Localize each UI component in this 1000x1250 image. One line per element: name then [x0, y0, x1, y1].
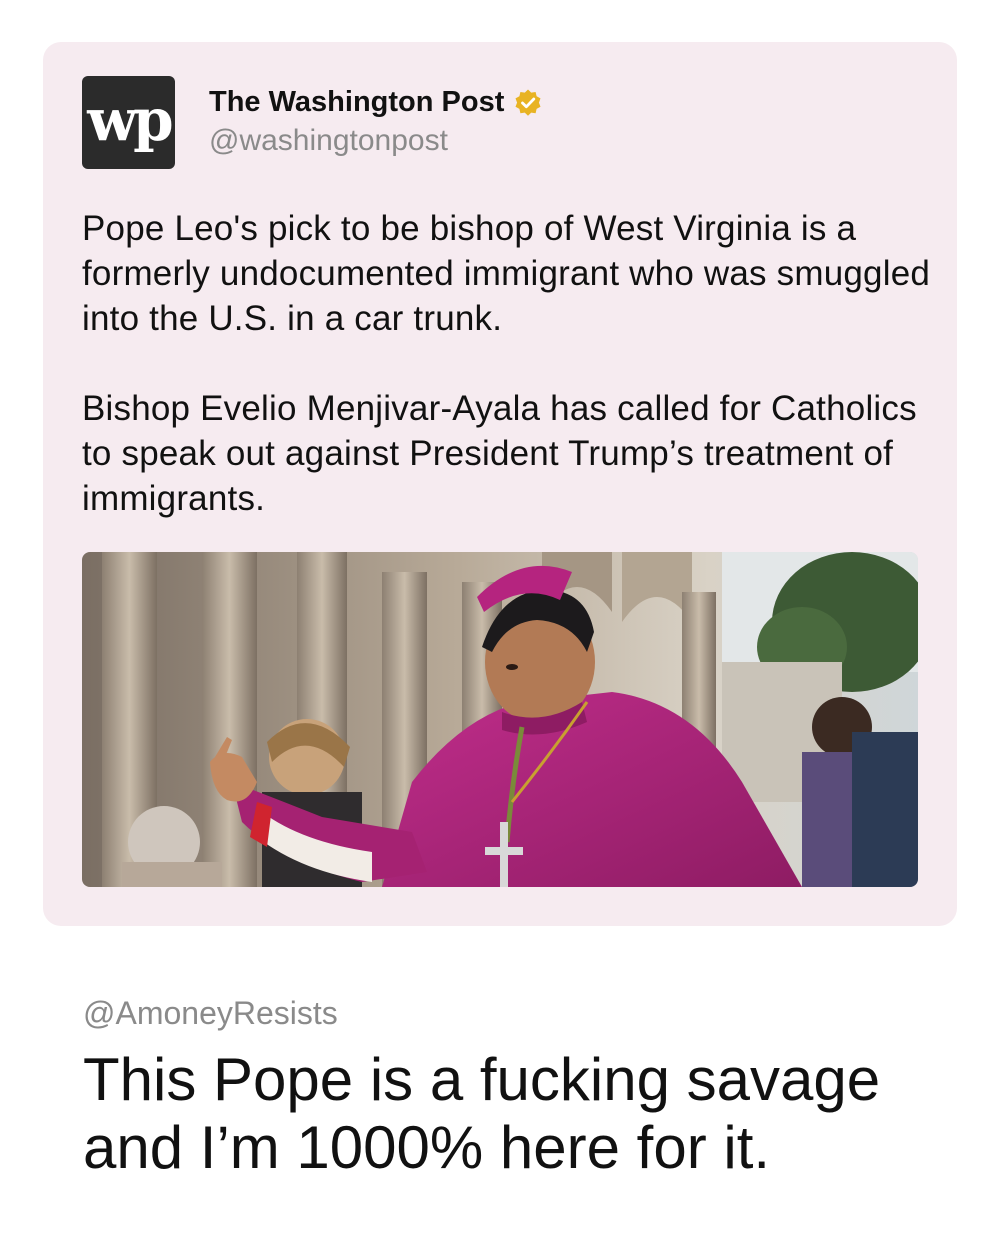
- quoted-post-card[interactable]: wp The Washington Post @washingtonpost P…: [43, 42, 957, 926]
- washington-post-logo[interactable]: wp: [82, 76, 175, 169]
- verified-badge-icon: [513, 88, 543, 118]
- reply-author-handle[interactable]: @AmoneyResists: [83, 995, 338, 1032]
- post-paragraph-1: Pope Leo's pick to be bishop of West Vir…: [82, 209, 931, 338]
- post-paragraph-2: Bishop Evelio Menjivar-Ayala has called …: [82, 389, 917, 518]
- account-handle[interactable]: @washingtonpost: [209, 124, 448, 158]
- account-name-row: The Washington Post: [209, 86, 543, 119]
- post-body: Pope Leo's pick to be bishop of West Vir…: [82, 206, 932, 521]
- logo-wordmark: wp: [87, 85, 174, 154]
- account-name[interactable]: The Washington Post: [209, 86, 504, 119]
- post-image[interactable]: [82, 552, 918, 887]
- reply-text: This Pope is a fucking savage and I’m 10…: [83, 1046, 881, 1181]
